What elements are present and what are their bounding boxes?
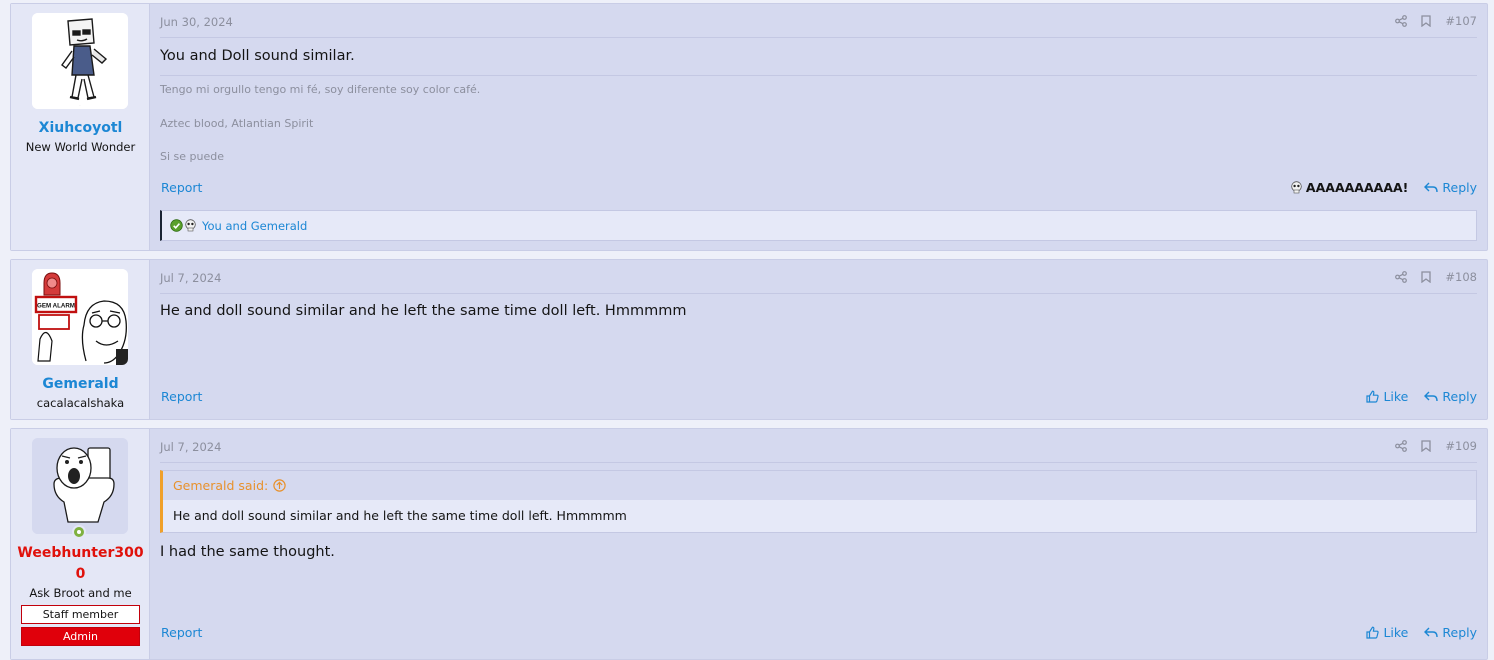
reply-icon <box>1424 182 1439 192</box>
post-date[interactable]: Jun 30, 2024 <box>160 15 233 29</box>
share-icon[interactable] <box>1395 15 1408 27</box>
quote-text: He and doll sound similar and he left th… <box>163 500 1476 532</box>
user-title: New World Wonder <box>25 140 136 154</box>
thumbs-up-icon <box>1366 626 1380 639</box>
share-icon[interactable] <box>1395 440 1408 452</box>
post-main: Jul 7, 2024 #108 He and doll sound simil… <box>160 260 1477 419</box>
avatar[interactable]: GEM ALARM <box>32 269 128 365</box>
post-actions: Like Reply <box>1350 625 1477 640</box>
user-cell: GEM ALARM Gemerald cacalacalshaka <box>11 260 150 419</box>
username[interactable]: Gemerald <box>15 374 146 395</box>
post-body: I had the same thought. <box>160 544 335 560</box>
reactions-text[interactable]: You and Gemerald <box>202 219 307 233</box>
signature-line: Tengo mi orgullo tengo mi fé, soy difere… <box>160 83 481 96</box>
divider <box>160 462 1477 463</box>
staff-member-banner: Staff member <box>21 605 140 624</box>
avatar[interactable]: . <box>32 13 128 109</box>
signature-divider <box>160 75 1477 76</box>
user-cell: . Xiuhcoyotl New World Wonder <box>11 4 150 250</box>
user-title: cacalacalshaka <box>36 396 125 410</box>
post-number[interactable]: #109 <box>1445 439 1477 453</box>
reply-button[interactable]: Reply <box>1424 389 1477 404</box>
reply-label: Reply <box>1442 625 1477 640</box>
report-link[interactable]: Report <box>161 389 202 404</box>
post-main: Jul 7, 2024 #109 Gemerald said: He and d… <box>160 429 1477 659</box>
share-icon[interactable] <box>1395 271 1408 283</box>
reaction-label: AAAAAAAAAA! <box>1305 180 1409 195</box>
divider <box>160 293 1477 294</box>
reply-label: Reply <box>1442 180 1477 195</box>
check-reaction-icon <box>170 219 183 232</box>
quote-block: Gemerald said: He and doll sound similar… <box>160 470 1477 533</box>
like-button[interactable]: Like <box>1366 389 1408 404</box>
signature-line: Si se puede <box>160 150 225 163</box>
svg-text:.: . <box>80 103 81 107</box>
post-actions: Like Reply <box>1350 389 1477 404</box>
gem-alarm-text: GEM ALARM <box>37 303 75 310</box>
reply-icon <box>1424 627 1439 637</box>
reply-icon <box>1424 391 1439 401</box>
post-107: . Xiuhcoyotl New World Wonder Jun 30, 20… <box>10 3 1488 251</box>
report-link[interactable]: Report <box>161 180 202 195</box>
post-tools: #108 <box>1381 270 1477 284</box>
post-108: GEM ALARM Gemerald cacalacalshaka Jul 7,… <box>10 259 1488 420</box>
bookmark-icon[interactable] <box>1421 271 1432 283</box>
arrow-up-circle-icon[interactable] <box>273 479 286 492</box>
quote-author[interactable]: Gemerald said: <box>173 478 268 493</box>
user-cell: Weebhunter3000 Ask Broot and me Staff me… <box>11 429 150 659</box>
reactions-bar[interactable]: You and Gemerald <box>160 210 1477 241</box>
quote-header[interactable]: Gemerald said: <box>163 471 1476 500</box>
post-tools: #109 <box>1381 439 1477 453</box>
avatar[interactable] <box>32 438 128 534</box>
post-tools: #107 <box>1381 14 1477 28</box>
username[interactable]: Weebhunter3000 <box>15 543 146 585</box>
thumbs-up-icon <box>1366 390 1380 403</box>
report-link[interactable]: Report <box>161 625 202 640</box>
signature-line: Aztec blood, Atlantian Spirit <box>160 117 314 130</box>
bookmark-icon[interactable] <box>1421 15 1432 27</box>
user-title: Ask Broot and me <box>29 586 132 600</box>
skull-reaction-icon <box>185 219 196 232</box>
post-body: He and doll sound similar and he left th… <box>160 303 687 319</box>
post-actions: AAAAAAAAAA! Reply <box>1290 180 1477 195</box>
reply-label: Reply <box>1442 389 1477 404</box>
online-status-icon <box>72 525 86 539</box>
reply-button[interactable]: Reply <box>1424 180 1477 195</box>
post-date[interactable]: Jul 7, 2024 <box>160 440 221 454</box>
post-number[interactable]: #107 <box>1445 14 1477 28</box>
post-date[interactable]: Jul 7, 2024 <box>160 271 221 285</box>
like-label: Like <box>1383 389 1409 404</box>
username[interactable]: Xiuhcoyotl <box>15 118 146 139</box>
like-button[interactable]: Like <box>1366 625 1408 640</box>
like-label: Like <box>1383 625 1409 640</box>
reaction-summary[interactable]: AAAAAAAAAA! <box>1290 180 1408 195</box>
post-109: Weebhunter3000 Ask Broot and me Staff me… <box>10 428 1488 660</box>
post-body: You and Doll sound similar. <box>160 48 355 64</box>
skull-reaction-icon <box>1291 181 1302 194</box>
reply-button[interactable]: Reply <box>1424 625 1477 640</box>
post-number[interactable]: #108 <box>1445 270 1477 284</box>
post-main: Jun 30, 2024 #107 You and Doll sound sim… <box>160 4 1477 250</box>
divider <box>160 37 1477 38</box>
admin-banner: Admin <box>21 627 140 646</box>
bookmark-icon[interactable] <box>1421 440 1432 452</box>
